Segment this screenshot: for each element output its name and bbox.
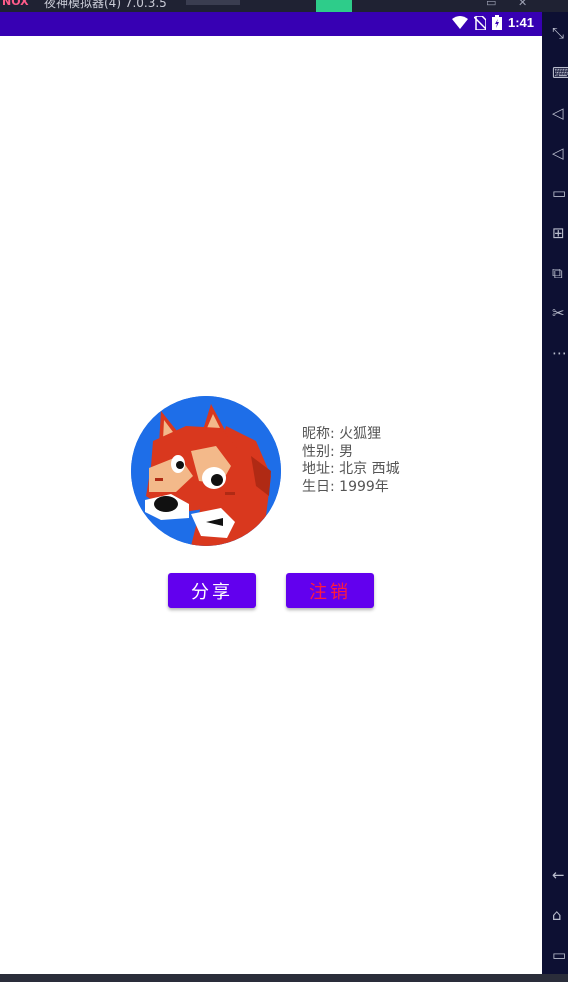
no-sim-icon: [473, 15, 486, 30]
emulator-bottom-strip: [0, 974, 568, 982]
scissors-icon[interactable]: ✂: [552, 304, 568, 322]
emulator-active-button[interactable]: [316, 0, 352, 12]
screen-icon[interactable]: ▭: [552, 184, 568, 202]
back-icon[interactable]: ←: [552, 866, 568, 884]
volume-up-icon[interactable]: ◁: [552, 104, 568, 122]
recents-icon[interactable]: ▭: [552, 946, 568, 964]
more-icon[interactable]: ⋯: [552, 344, 568, 362]
profile-info: 昵称: 火狐狸 性别: 男 地址: 北京 西城 生日: 1999年: [302, 426, 400, 496]
logout-button[interactable]: 注销: [286, 573, 374, 608]
status-bar: 1:41: [0, 12, 542, 36]
gender-text: 性别: 男: [302, 443, 354, 460]
minimize-icon[interactable]: ▭: [486, 0, 496, 9]
close-icon[interactable]: ✕: [518, 0, 527, 9]
status-time: 1:41: [507, 15, 534, 30]
keyboard-icon[interactable]: ⌨: [552, 64, 568, 82]
phone-screen: 1:41 昵称: 火狐狸 性别: 男 地址: 北京 西城 生日: 1999年 分…: [0, 12, 542, 974]
volume-down-icon[interactable]: ◁: [552, 144, 568, 162]
address-text: 地址: 北京 西城: [302, 461, 400, 477]
fox-avatar-image: [131, 396, 281, 546]
emulator-title: 夜神模拟器(4) 7.0.3.5: [44, 0, 167, 10]
add-apk-icon[interactable]: ⊞: [552, 224, 568, 242]
home-icon[interactable]: ⌂: [552, 906, 568, 924]
emulator-title-bar: NOX 夜神模拟器(4) 7.0.3.5 ▭ ✕: [0, 0, 568, 12]
wifi-icon: [451, 15, 468, 29]
multi-instance-icon[interactable]: ⧉: [552, 264, 568, 282]
share-button[interactable]: 分享: [168, 573, 256, 608]
birthday-text: 生日: 1999年: [302, 478, 389, 495]
battery-icon: [491, 15, 502, 30]
fullscreen-icon[interactable]: ⤡: [552, 24, 568, 42]
avatar[interactable]: [131, 396, 281, 546]
emulator-logo: NOX: [2, 0, 29, 8]
nickname-text: 昵称: 火狐狸: [302, 426, 382, 442]
emulator-toolbar: ⤡ ⌨ ◁ ◁ ▭ ⊞ ⧉ ✂ ⋯ ← ⌂ ▭: [542, 12, 568, 974]
emulator-title-field: [186, 0, 240, 5]
